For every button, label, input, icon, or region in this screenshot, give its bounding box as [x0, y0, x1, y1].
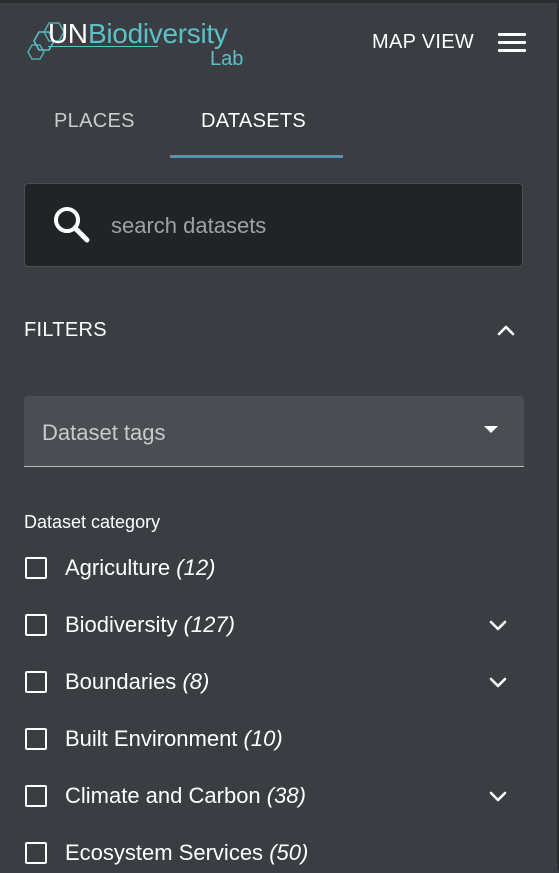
category-count: (50) — [269, 840, 309, 865]
menu-bar — [498, 41, 526, 44]
logo-underline — [48, 46, 158, 47]
category-item-built-environment[interactable]: Built Environment (10) — [0, 719, 559, 759]
category-name: Biodiversity — [65, 612, 178, 637]
category-name: Built Environment — [65, 726, 238, 751]
category-label: Climate and Carbon (38) — [65, 783, 306, 809]
map-view-button[interactable]: MAP VIEW — [372, 31, 474, 54]
menu-bar — [498, 49, 526, 52]
checkbox[interactable] — [25, 728, 47, 750]
tab-places[interactable]: PLACES — [54, 110, 135, 133]
search-box[interactable] — [24, 183, 523, 267]
category-label: Agriculture (12) — [65, 555, 215, 581]
filters-heading: FILTERS — [24, 319, 107, 341]
category-item-biodiversity[interactable]: Biodiversity (127) — [0, 605, 559, 645]
menu-bar — [498, 33, 526, 36]
category-count: (10) — [243, 726, 283, 751]
category-name: Ecosystem Services — [65, 840, 264, 865]
checkbox[interactable] — [25, 785, 47, 807]
active-tab-indicator — [170, 155, 343, 158]
search-input[interactable] — [109, 208, 503, 244]
category-name: Boundaries — [65, 669, 177, 694]
category-count: (38) — [266, 783, 306, 808]
checkbox[interactable] — [25, 614, 47, 636]
app-header: UN Biodiversity Lab MAP VIEW — [0, 3, 559, 75]
chevron-down-icon[interactable] — [486, 613, 510, 637]
category-label: Biodiversity (127) — [65, 612, 235, 638]
category-item-agriculture[interactable]: Agriculture (12) — [0, 548, 559, 588]
checkbox[interactable] — [25, 557, 47, 579]
unbiodiversity-lab-logo[interactable]: UN Biodiversity Lab — [24, 15, 254, 71]
hamburger-menu-icon[interactable] — [498, 32, 526, 54]
category-item-ecosystem-services[interactable]: Ecosystem Services (50) — [0, 833, 559, 873]
tab-datasets[interactable]: DATASETS — [201, 110, 306, 133]
checkbox[interactable] — [25, 671, 47, 693]
chevron-down-icon[interactable] — [486, 670, 510, 694]
logo-lab-text: Lab — [210, 48, 244, 70]
category-label: Ecosystem Services (50) — [65, 840, 308, 866]
category-item-climate-and-carbon[interactable]: Climate and Carbon (38) — [0, 776, 559, 816]
category-count: (8) — [182, 669, 210, 694]
chevron-up-icon[interactable] — [494, 318, 518, 342]
dataset-tags-label: Dataset tags — [42, 420, 166, 445]
dataset-category-heading: Dataset category — [24, 512, 161, 532]
checkbox[interactable] — [25, 842, 47, 864]
category-name: Climate and Carbon — [65, 783, 261, 808]
caret-down-icon — [484, 426, 498, 433]
search-icon — [54, 207, 90, 243]
category-label: Boundaries (8) — [65, 669, 209, 695]
category-label: Built Environment (10) — [65, 726, 283, 752]
category-count: (127) — [183, 612, 235, 637]
chevron-down-icon[interactable] — [486, 784, 510, 808]
category-item-boundaries[interactable]: Boundaries (8) — [0, 662, 559, 702]
tab-bar: PLACES DATASETS — [0, 100, 559, 160]
category-count: (12) — [176, 555, 216, 580]
dataset-tags-select[interactable]: Dataset tags — [24, 396, 524, 467]
category-name: Agriculture — [65, 555, 171, 580]
